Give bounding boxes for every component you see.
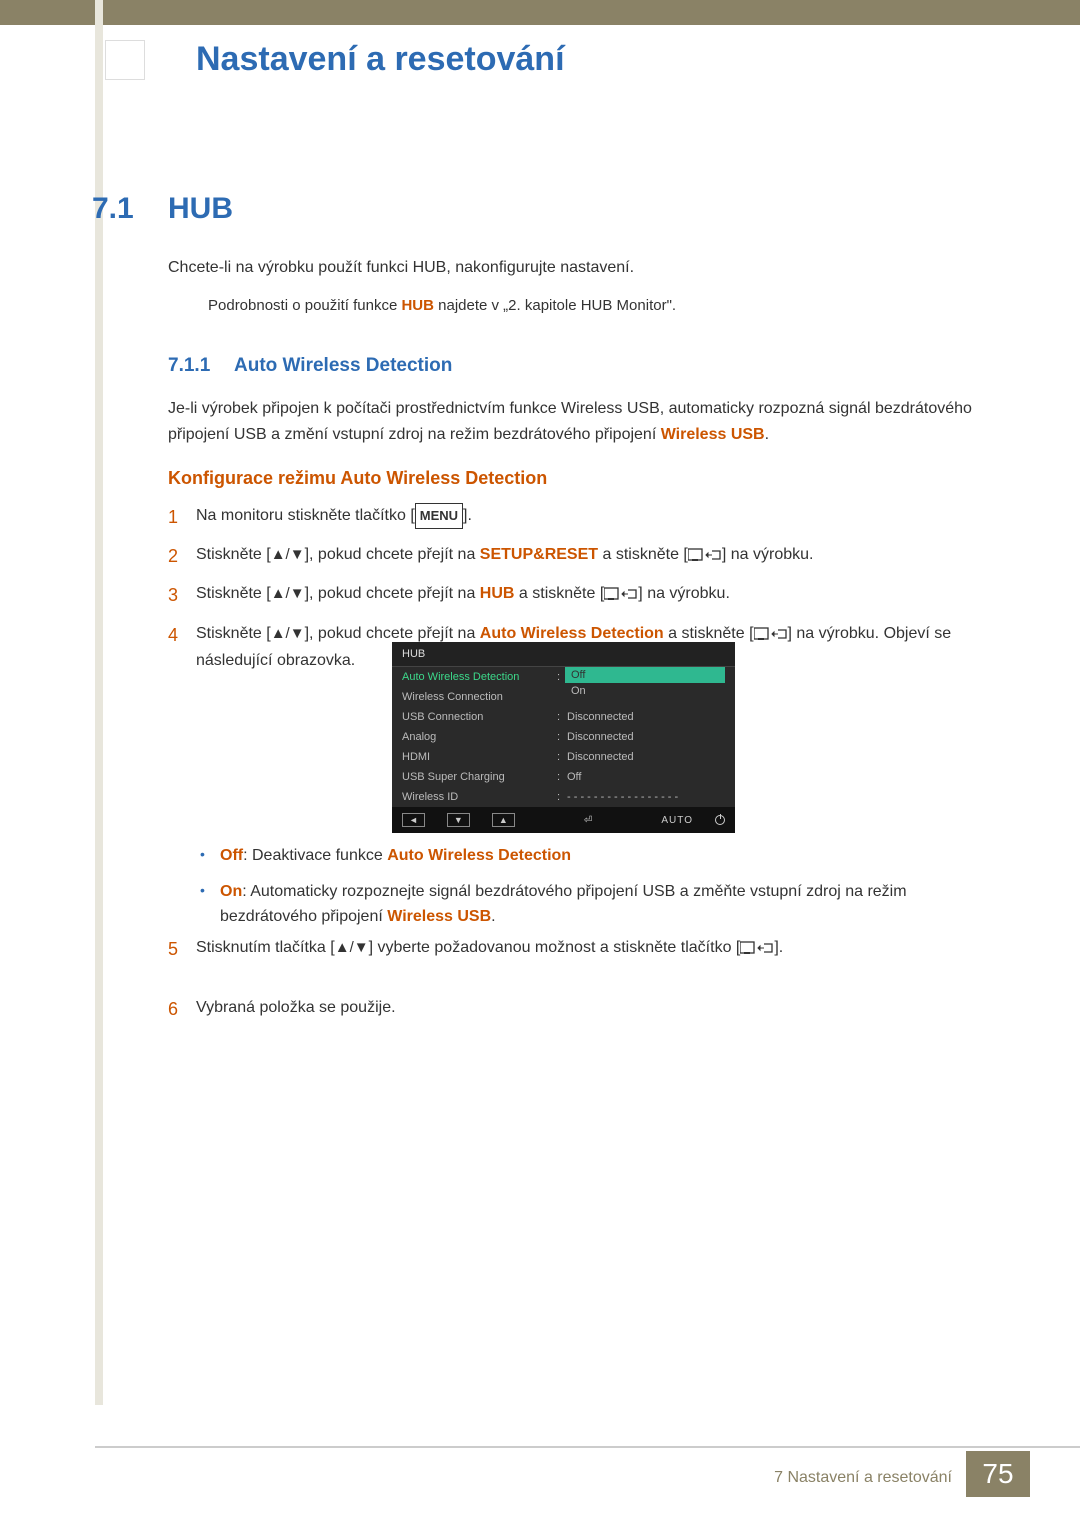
source-enter-icon [604,587,638,601]
step-num: 4 [168,620,178,651]
step3-post2: ] na výrobku. [638,585,730,602]
step4-pre: Stiskněte [ [196,625,271,642]
osd-label: Auto Wireless Detection [402,671,557,683]
up-down-icon: ▲/▼ [335,939,369,956]
bullet-on-mid: : Automaticky rozpoznejte signál bezdrát… [220,883,907,926]
step-3: 3 Stiskněte [▲/▼], pokud chcete přejít n… [168,580,990,607]
bullet-on: On: Automaticky rozpoznejte signál bezdr… [196,879,990,930]
osd-row-hdmi: HDMI:Disconnected [392,747,735,767]
step-2: 2 Stiskněte [▲/▼], pokud chcete přejít n… [168,541,990,568]
osd-val: - - - - - - - - - - - - - - - - - [567,791,725,803]
note-hub: HUB [401,297,434,314]
step2-post1: a stiskněte [ [598,546,688,563]
osd-row-analog: Analog:Disconnected [392,727,735,747]
subsection-number: 7.1.1 [168,355,210,377]
osd-title: HUB [392,642,735,667]
osd-label: HDMI [402,751,557,763]
step3-pre: Stiskněte [ [196,585,271,602]
bullet-off-mid: : Deaktivace funkce [243,847,387,864]
bullet-on-bold2: Wireless USB [387,908,491,925]
footer-rule [95,1446,1080,1448]
step-6: 6 Vybraná položka se použije. [168,994,1080,1021]
source-enter-icon [688,548,722,562]
source-enter-icon [754,627,788,641]
step6-text: Vybraná položka se použije. [196,999,396,1016]
subsection-text: Je-li výrobek připojen k počítači prostř… [168,396,990,447]
osd-row-usb-charging: USB Super Charging:Off [392,767,735,787]
step-num: 6 [168,994,178,1025]
note-post: najdete v „2. kapitole HUB Monitor". [434,297,676,314]
note-text: Podrobnosti o použití funkce HUB najdete… [168,295,990,318]
step5-mid: ] vyberte požadovanou možnost a stisknět… [369,939,741,956]
step2-bold: SETUP&RESET [480,546,598,563]
osd-label: USB Super Charging [402,771,557,783]
footer-chapter: 7 Nastavení a resetování [774,1469,952,1487]
step5-pre: Stisknutím tlačítka [ [196,939,335,956]
osd-option-popup: Off On [565,667,725,699]
nav-left-icon: ◄ [402,813,425,827]
bullet-off: Off: Deaktivace funkce Auto Wireless Det… [196,843,990,869]
up-down-icon: ▲/▼ [271,546,305,563]
bullet-off-bold2: Auto Wireless Detection [387,847,571,864]
osd-screenshot: HUB Auto Wireless Detection: Wireless Co… [392,642,735,833]
nav-up-icon: ▲ [492,813,515,827]
step2-mid: ], pokud chcete přejít na [305,546,480,563]
bullet-on-post: . [491,908,495,925]
osd-label: USB Connection [402,711,557,723]
osd-val: Disconnected [567,711,725,723]
step4-mid: ], pokud chcete přejít na [305,625,480,642]
nav-down-icon: ▼ [447,813,470,827]
subsec-text-pre: Je-li výrobek připojen k počítači prostř… [168,400,972,443]
section-title: HUB [168,192,233,226]
step-1: 1 Na monitoru stiskněte tlačítko [MENU]. [168,502,990,529]
step4-bold: Auto Wireless Detection [480,625,664,642]
section-intro: Chcete-li na výrobku použít funkci HUB, … [168,256,990,280]
note-pre: Podrobnosti o použití funkce [208,297,401,314]
subsec-text-post: . [765,426,769,443]
step-num: 5 [168,934,178,965]
osd-row-wireless-id: Wireless ID:- - - - - - - - - - - - - - … [392,787,735,807]
menu-button-label: MENU [415,503,463,529]
step3-mid: ], pokud chcete přejít na [305,585,480,602]
osd-label: Analog [402,731,557,743]
up-down-icon: ▲/▼ [271,625,305,642]
bullet-list: Off: Deaktivace funkce Auto Wireless Det… [196,843,990,940]
step4-post1: a stiskněte [ [664,625,754,642]
top-stripe [0,0,1080,25]
osd-option-on: On [565,683,725,699]
chapter-title: Nastavení a resetování [196,40,565,79]
osd-label: Wireless Connection [402,691,557,703]
osd-footer: ◄ ▼ ▲ ⏎ AUTO [392,807,735,833]
power-icon [715,815,725,825]
osd-row-usb-conn: USB Connection:Disconnected [392,707,735,727]
header-chapter-icon [105,40,145,80]
bullet-off-bold: Off [220,847,243,864]
step3-post1: a stiskněte [ [514,585,604,602]
up-down-icon: ▲/▼ [271,585,305,602]
step3-bold: HUB [480,585,515,602]
step-num: 1 [168,502,178,533]
step-5: 5 Stisknutím tlačítka [▲/▼] vyberte poža… [168,934,1080,961]
osd-option-off: Off [565,667,725,683]
step-num: 3 [168,580,178,611]
step1-post: ]. [463,507,472,524]
config-title: Konfigurace režimu Auto Wireless Detecti… [168,468,547,489]
osd-val: Off [567,771,725,783]
step1-pre: Na monitoru stiskněte tlačítko [ [196,507,415,524]
osd-val: Disconnected [567,751,725,763]
enter-icon: ⏎ [584,815,592,826]
step-num: 2 [168,541,178,572]
source-enter-icon [740,941,774,955]
bullet-on-bold: On [220,883,242,900]
osd-label: Wireless ID [402,791,557,803]
section-number: 7.1 [92,192,134,226]
subsection-title: Auto Wireless Detection [234,355,452,377]
step2-pre: Stiskněte [ [196,546,271,563]
osd-val: Disconnected [567,731,725,743]
page-number: 75 [966,1451,1030,1497]
auto-label: AUTO [661,815,693,826]
subsec-text-bold: Wireless USB [661,426,765,443]
step2-post2: ] na výrobku. [722,546,814,563]
step5-post: ]. [774,939,783,956]
